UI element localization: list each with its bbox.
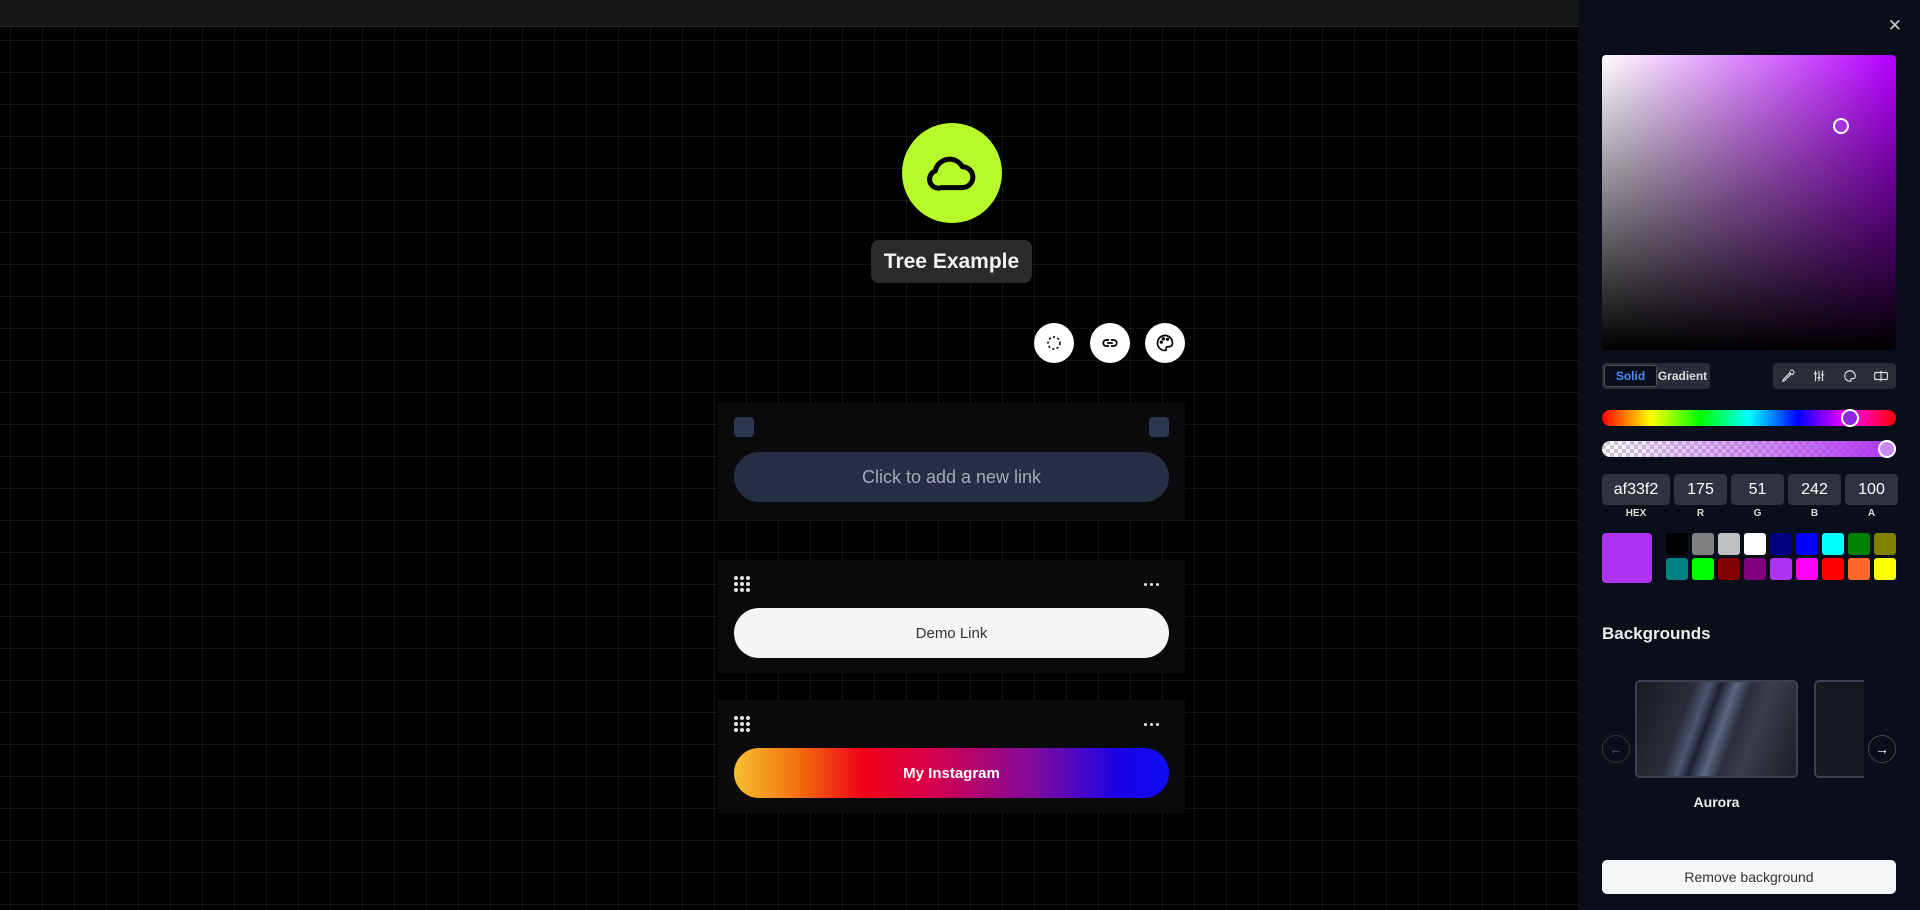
color-swatch[interactable] (1874, 533, 1896, 555)
b-input[interactable]: 242 (1788, 474, 1841, 505)
link-button-instagram[interactable]: My Instagram (734, 748, 1169, 798)
a-label: A (1867, 508, 1876, 519)
color-swatch[interactable] (1770, 533, 1792, 555)
link-card: My Instagram (718, 700, 1185, 813)
placeholder-menu (1149, 417, 1169, 437)
g-label: G (1753, 508, 1762, 519)
placeholder-handle (734, 417, 754, 437)
sv-handle[interactable] (1833, 118, 1849, 134)
color-swatch[interactable] (1874, 558, 1896, 580)
cloud-icon (927, 156, 976, 191)
color-swatch[interactable] (1796, 533, 1818, 555)
arrow-left-icon: ← (1609, 741, 1623, 757)
mode-solid-button[interactable]: Solid (1604, 365, 1657, 387)
arrow-right-icon: → (1875, 741, 1889, 757)
link-button-demo[interactable]: Demo Link (734, 608, 1169, 658)
card-header (734, 415, 1169, 439)
color-swatch[interactable] (1822, 558, 1844, 580)
more-options-icon[interactable] (1144, 722, 1159, 726)
theme-button[interactable] (1145, 323, 1185, 363)
background-label: Aurora (1693, 794, 1740, 810)
palette-icon (1156, 334, 1174, 352)
b-label: B (1810, 508, 1819, 519)
profile-avatar[interactable] (902, 123, 1002, 223)
color-values: af33f2 HEX 175 R 51 G 242 B 100 A (1602, 474, 1898, 519)
backgrounds-title: Backgrounds (1602, 624, 1711, 643)
theme-panel: ✕ Solid Gradient af33f2 HEX 175 R 51 G 2… (1578, 0, 1920, 910)
color-swatch[interactable] (1770, 558, 1792, 580)
color-swatch[interactable] (1848, 558, 1870, 580)
more-options-icon[interactable] (1144, 582, 1159, 586)
fill-mode-toggle: Solid Gradient (1602, 363, 1710, 389)
color-swatch[interactable] (1718, 533, 1740, 555)
color-swatch[interactable] (1666, 558, 1688, 580)
r-label: R (1696, 508, 1705, 519)
close-icon[interactable]: ✕ (1888, 16, 1902, 36)
mode-gradient-button[interactable]: Gradient (1657, 365, 1708, 387)
r-column: 175 R (1674, 474, 1727, 519)
refresh-button[interactable] (1034, 323, 1074, 363)
link-card: Demo Link (718, 560, 1185, 673)
color-swatch[interactable] (1796, 558, 1818, 580)
current-color-swatch (1602, 533, 1652, 583)
color-swatch[interactable] (1718, 558, 1740, 580)
color-swatch[interactable] (1822, 533, 1844, 555)
a-column: 100 A (1845, 474, 1898, 519)
top-bar (0, 0, 1578, 27)
color-swatch[interactable] (1692, 558, 1714, 580)
b-column: 242 B (1788, 474, 1841, 519)
hex-input[interactable]: af33f2 (1602, 474, 1670, 505)
sliders-icon[interactable] (1809, 366, 1829, 386)
hex-label: HEX (1625, 508, 1647, 519)
add-link-card: Click to add a new link (718, 403, 1185, 520)
color-swatch[interactable] (1744, 533, 1766, 555)
link-button[interactable] (1090, 323, 1130, 363)
palette-icon[interactable] (1840, 366, 1860, 386)
eyedropper-icon[interactable] (1778, 366, 1798, 386)
profile-title[interactable]: Tree Example (871, 240, 1032, 283)
preset-swatches (1666, 533, 1896, 580)
hex-column: af33f2 HEX (1602, 474, 1670, 519)
link-icon (1102, 339, 1118, 347)
background-thumb-aurora[interactable] (1635, 680, 1798, 778)
saturation-value-picker[interactable] (1602, 55, 1896, 350)
drag-handle-icon[interactable] (734, 576, 750, 592)
card-header (734, 572, 1169, 596)
color-swatch[interactable] (1692, 533, 1714, 555)
drag-handle-icon[interactable] (734, 716, 750, 732)
remove-background-button[interactable]: Remove background (1602, 860, 1896, 894)
hue-slider[interactable] (1602, 409, 1896, 427)
add-link-button[interactable]: Click to add a new link (734, 452, 1169, 502)
background-thumb-next[interactable] (1814, 680, 1864, 778)
compare-icon[interactable] (1871, 366, 1891, 386)
alpha-handle[interactable] (1878, 440, 1896, 458)
next-background-button[interactable]: → (1868, 735, 1896, 763)
r-input[interactable]: 175 (1674, 474, 1727, 505)
hue-handle[interactable] (1841, 409, 1859, 427)
color-swatch[interactable] (1666, 533, 1688, 555)
rotate-icon (1047, 336, 1061, 350)
prev-background-button[interactable]: ← (1602, 735, 1630, 763)
alpha-slider[interactable] (1602, 441, 1896, 457)
color-swatch[interactable] (1848, 533, 1870, 555)
g-column: 51 G (1731, 474, 1784, 519)
g-input[interactable]: 51 (1731, 474, 1784, 505)
card-header (734, 712, 1169, 736)
color-swatch[interactable] (1744, 558, 1766, 580)
a-input[interactable]: 100 (1845, 474, 1898, 505)
picker-tools (1773, 363, 1896, 389)
